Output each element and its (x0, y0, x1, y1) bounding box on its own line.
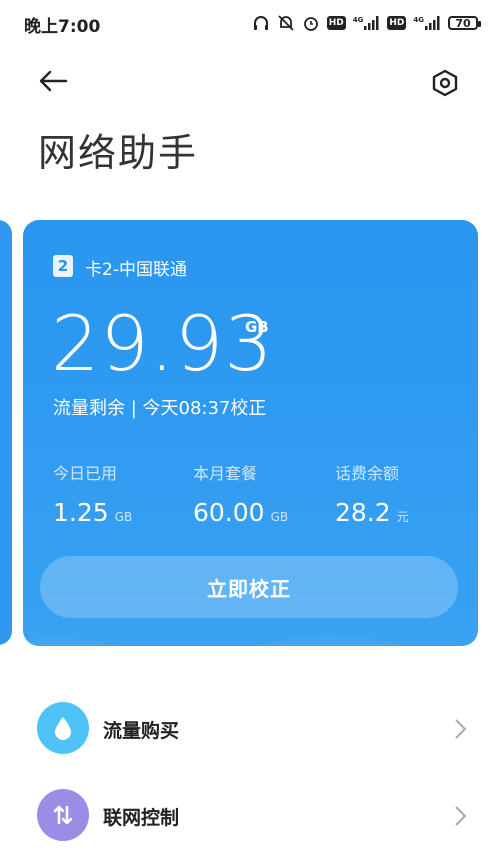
chevron-right-icon (455, 806, 467, 826)
stat-value: 1.25 (53, 498, 109, 527)
back-button[interactable] (32, 62, 74, 100)
water-drop-icon (37, 702, 89, 754)
stat-label: 话费余额 (335, 464, 400, 483)
stat-value: 60.00 (193, 498, 265, 527)
settings-button[interactable] (424, 62, 466, 104)
usage-stats: 今日已用 1.25 GB 本月套餐 60.00 GB 话费余额 28.2 元 (23, 460, 478, 540)
calibrate-button[interactable]: 立即校正 (40, 556, 458, 618)
wave-decoration (23, 634, 403, 646)
signal-4g-2: 4G (413, 16, 441, 30)
page-title: 网络助手 (38, 131, 199, 175)
stat-today-used: 今日已用 1.25 GB (53, 460, 132, 527)
hexagon-settings-icon (432, 69, 458, 97)
hd-badge-1: HD (326, 16, 346, 30)
sim-data-card[interactable]: 2 卡2-中国联通 29.93 GB 流量剩余 | 今天08:37校正 今日已用… (23, 220, 478, 646)
signal-4g-1: 4G (353, 16, 381, 30)
status-bar: 晚上7:00 HD 4G HD 4G 70 (0, 0, 500, 46)
stat-value: 28.2 (335, 498, 391, 527)
up-down-arrows-icon (37, 789, 89, 841)
alarm-icon (303, 17, 318, 31)
signal-bars-icon (364, 16, 379, 30)
mute-bell-icon (278, 15, 294, 31)
status-time: 晚上7:00 (24, 17, 101, 37)
stat-unit: 元 (396, 510, 409, 524)
battery-icon: 70 (448, 16, 481, 30)
arrow-left-icon (39, 70, 68, 92)
list-item-label: 流量购买 (103, 720, 180, 742)
list-item-label: 联网控制 (103, 807, 180, 829)
list-item-data-purchase[interactable]: 流量购买 (0, 688, 500, 768)
hd-badge-2: HD (387, 16, 407, 30)
remaining-data-unit: GB (245, 318, 269, 336)
headphones-icon (253, 16, 268, 30)
stat-label: 本月套餐 (193, 464, 258, 483)
stat-monthly-plan: 本月套餐 60.00 GB (193, 460, 288, 527)
previous-sim-card[interactable] (0, 220, 12, 645)
stat-unit: GB (114, 510, 133, 524)
sim-carrier-label: 卡2-中国联通 (85, 260, 187, 280)
stat-unit: GB (270, 510, 289, 524)
status-icons: HD 4G HD 4G 70 (252, 12, 481, 34)
stat-balance: 话费余额 28.2 元 (335, 460, 409, 527)
chevron-right-icon (455, 719, 467, 739)
list-item-network-control[interactable]: 联网控制 (0, 775, 500, 855)
stat-label: 今日已用 (53, 464, 118, 483)
sim-slot-badge: 2 (53, 255, 73, 277)
remaining-data-label: 流量剩余 | 今天08:37校正 (53, 398, 267, 419)
remaining-data-value: 29.93 (51, 299, 274, 388)
signal-bars-icon (425, 16, 440, 30)
